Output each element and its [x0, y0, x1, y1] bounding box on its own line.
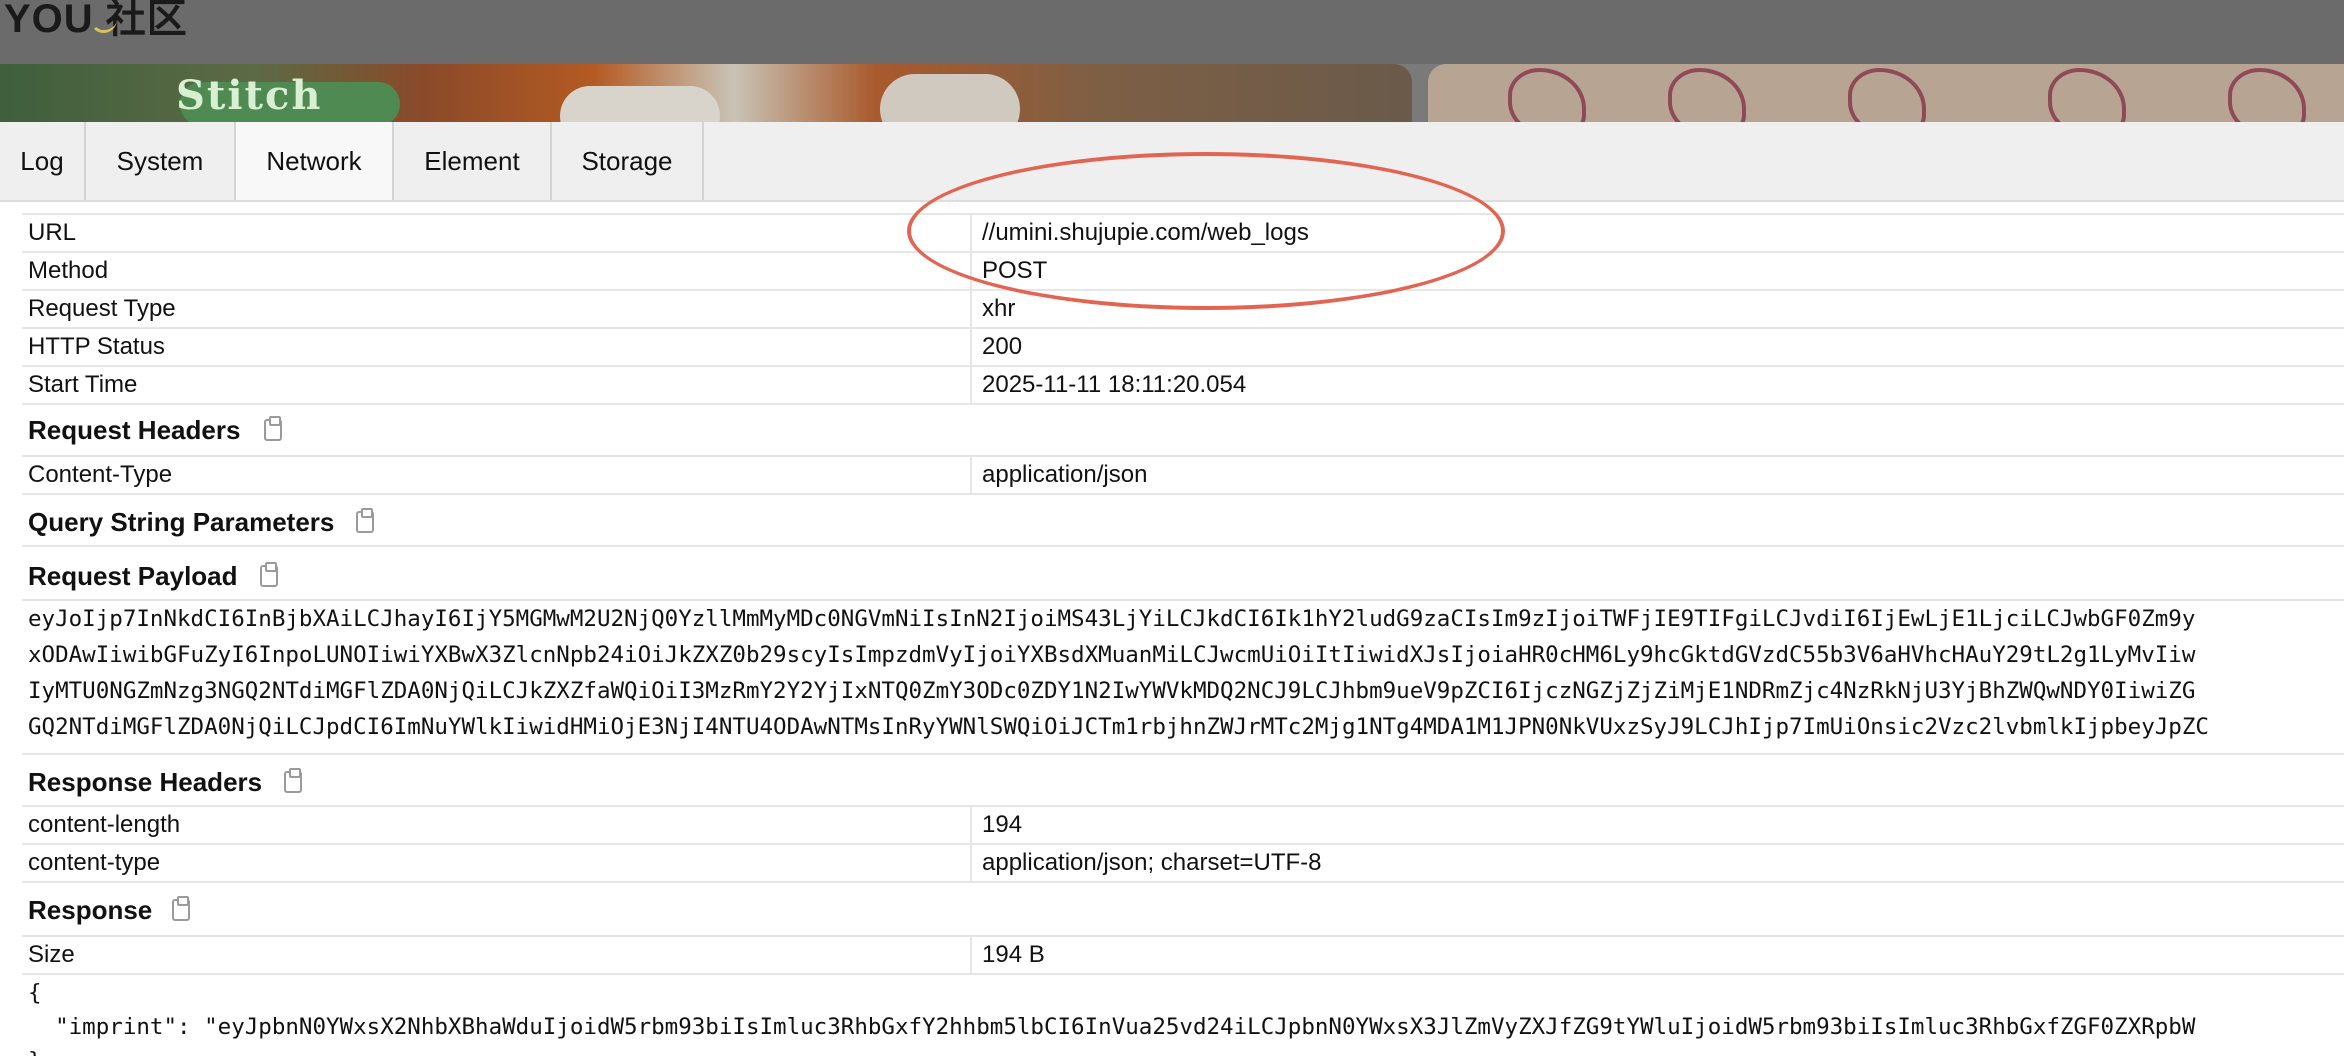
clipboard-icon[interactable] [172, 896, 190, 921]
banner-image-left[interactable]: Stitch [0, 64, 1412, 122]
header-row-content-type: Content-Type application/json [22, 455, 2344, 493]
column-divider [970, 457, 972, 493]
section-title: Response Headers [28, 767, 263, 797]
response-key: Size [28, 941, 75, 968]
tab-storage[interactable]: Storage [552, 122, 704, 200]
banner-shape [880, 74, 1020, 122]
tab-system[interactable]: System [86, 122, 236, 200]
section-response-headers: Response Headers [22, 753, 2344, 805]
header-value: application/json [982, 461, 1148, 488]
detail-value-method: POST [982, 257, 1048, 284]
column-divider [970, 367, 972, 403]
banner-scribble [1848, 68, 1926, 122]
banner-left-text: Stitch [176, 72, 323, 119]
clipboard-icon[interactable] [356, 508, 374, 533]
detail-row-method: Method POST [22, 251, 2344, 289]
section-title: Request Payload [28, 561, 238, 591]
header-value: 194 [982, 811, 1023, 838]
section-query-params: Query String Parameters [22, 493, 2344, 545]
detail-key: Method [28, 257, 109, 284]
header-value: application/json; charset=UTF-8 [982, 849, 1322, 876]
page-header-backdrop: YOU 社区 [0, 0, 2344, 64]
banner-shape [560, 86, 720, 122]
clipboard-icon[interactable] [260, 562, 278, 587]
response-line: "imprint": "eyJpbnN0YWxsX2NhbXBhaWduIjoi… [28, 1014, 2196, 1040]
devtools-tabbar: Log System Network Element Storage [0, 122, 2344, 202]
header-row-content-length: content-length 194 [22, 805, 2344, 843]
payload-line: eyJoIjp7InNkdCI6InBjbXAiLCJhayI6IjY5MGMw… [28, 606, 2196, 632]
header-key: Content-Type [28, 461, 173, 488]
response-value: 194 B [982, 941, 1045, 968]
column-divider [970, 329, 972, 365]
banner-scribble [2228, 68, 2306, 122]
header-key: content-type [28, 849, 161, 876]
tab-element[interactable]: Element [394, 122, 552, 200]
response-body[interactable]: { "imprint": "eyJpbnN0YWxsX2NhbXBhaWduIj… [22, 973, 2344, 1056]
detail-row-url: URL //umini.shujupie.com/web_logs [22, 213, 2344, 251]
detail-value-http-status: 200 [982, 333, 1023, 360]
detail-value-start-time: 2025-11-11 18:11:20.054 [982, 371, 1247, 398]
response-line: { [28, 980, 42, 1006]
clipboard-icon[interactable] [284, 768, 302, 793]
section-response: Response [22, 881, 2344, 933]
banner-scribble [1668, 68, 1746, 122]
detail-value-url[interactable]: //umini.shujupie.com/web_logs [982, 215, 1309, 251]
detail-key: Start Time [28, 371, 138, 398]
header-key: content-length [28, 811, 181, 838]
section-request-headers: Request Headers [22, 403, 2344, 455]
section-request-payload: Request Payload [22, 545, 2344, 599]
detail-row-request-type: Request Type xhr [22, 289, 2344, 327]
section-title: Response [28, 895, 153, 925]
column-divider [970, 215, 972, 251]
column-divider [970, 291, 972, 327]
header-row-content-type-response: content-type application/json; charset=U… [22, 843, 2344, 881]
banner-scribble [1508, 68, 1586, 122]
banner-scribble [2048, 68, 2126, 122]
column-divider [970, 845, 972, 881]
tab-network[interactable]: Network [236, 122, 394, 200]
section-title: Request Headers [28, 415, 241, 445]
payload-line: IyMTU0NGZmNzg3NGQ2NTdiMGFlZDA0NjQiLCJkZX… [28, 678, 2196, 704]
detail-key: HTTP Status [28, 333, 165, 360]
column-divider [970, 937, 972, 973]
column-divider [970, 807, 972, 843]
banner-image-right[interactable] [1428, 64, 2344, 122]
request-payload-body[interactable]: eyJoIjp7InNkdCI6InBjbXAiLCJhayI6IjY5MGMw… [22, 599, 2344, 749]
detail-key: Request Type [28, 295, 176, 322]
payload-line: GQ2NTdiMGFlZDA0NjQiLCJpdCI6ImNuYWlkIiwid… [28, 714, 2209, 740]
response-row-size: Size 194 B [22, 935, 2344, 973]
column-divider [970, 253, 972, 289]
detail-key: URL [28, 219, 77, 246]
clipboard-icon[interactable] [264, 416, 282, 441]
banner-strip: Stitch [0, 64, 2344, 122]
payload-line: xODAwIiwibGFuZyI6InpoLUNOIiwiYXBwX3ZlcnN… [28, 642, 2196, 668]
tab-log[interactable]: Log [0, 122, 86, 200]
detail-row-http-status: HTTP Status 200 [22, 327, 2344, 365]
section-title: Query String Parameters [28, 507, 335, 537]
detail-row-start-time: Start Time 2025-11-11 18:11:20.054 [22, 365, 2344, 403]
detail-value-request-type: xhr [982, 295, 1016, 322]
response-line: } [28, 1043, 42, 1056]
